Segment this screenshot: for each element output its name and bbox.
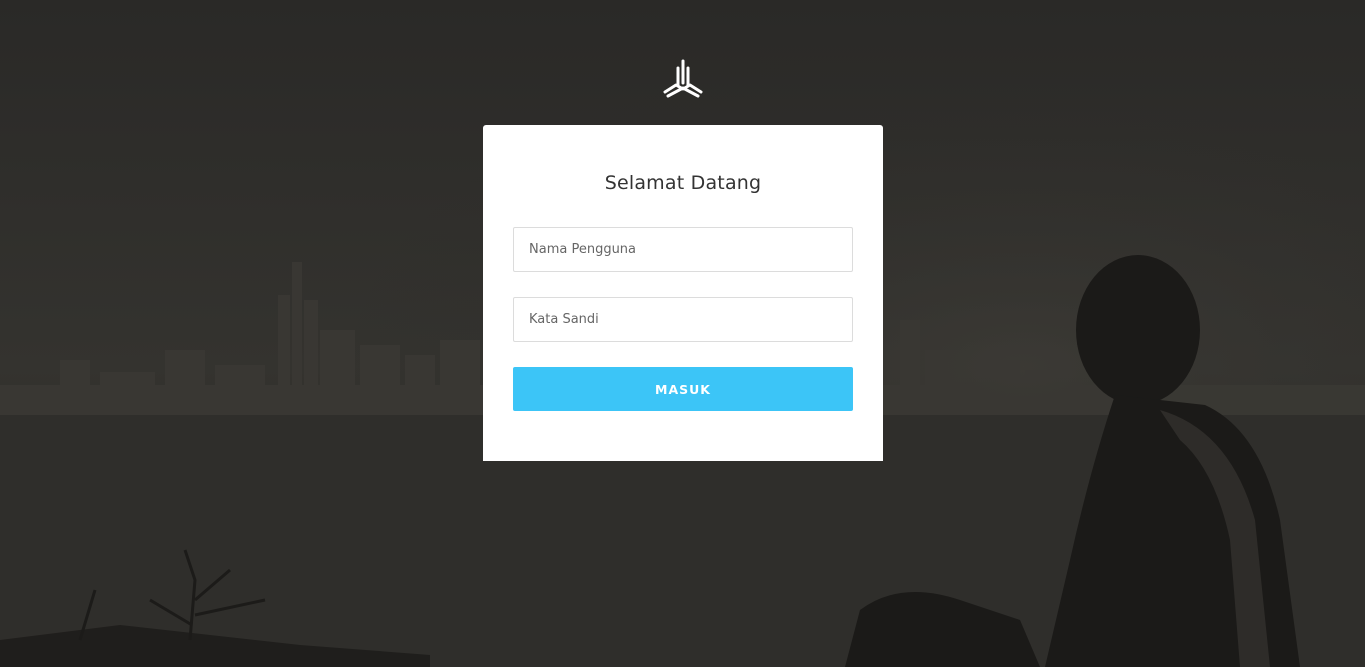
login-title: Selamat Datang [604,172,762,194]
tripod-logo-icon [662,58,704,98]
login-card: Selamat Datang MASUK [483,125,883,461]
username-input[interactable] [513,227,853,272]
login-button[interactable]: MASUK [513,367,853,411]
password-input[interactable] [513,297,853,342]
